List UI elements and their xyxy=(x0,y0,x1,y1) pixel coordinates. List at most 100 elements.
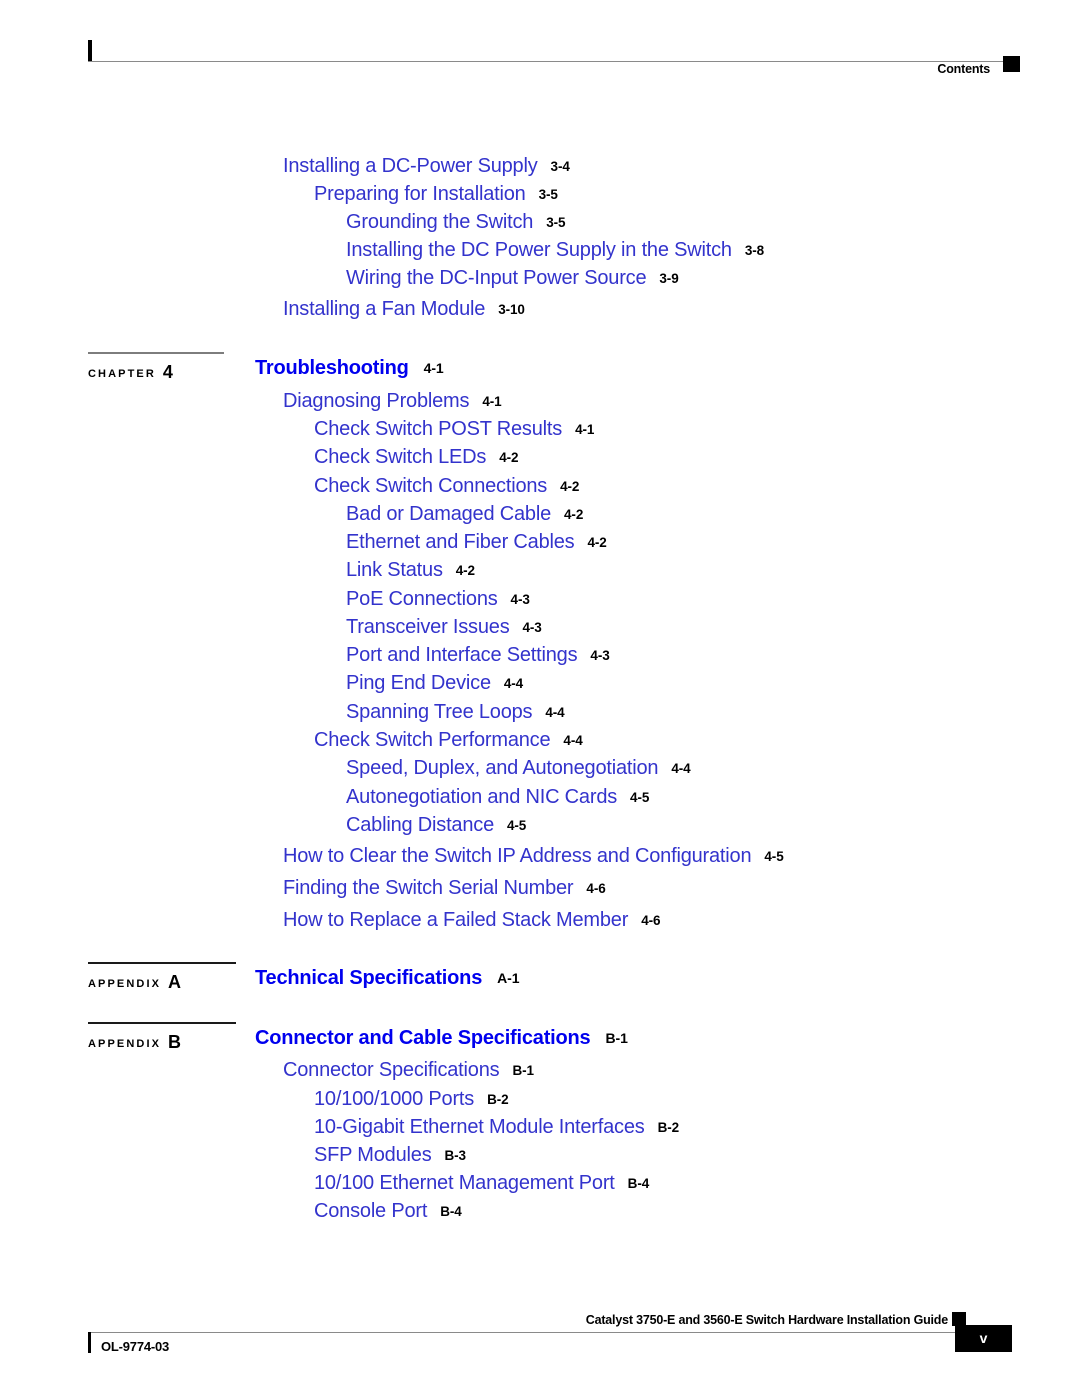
toc-entry-page-number: 3-5 xyxy=(546,215,566,230)
toc-entry-row[interactable]: Cabling Distance 4-5 xyxy=(346,815,526,835)
toc-entry-row[interactable]: 10/100 Ethernet Management Port B-4 xyxy=(314,1173,649,1193)
toc-entry-page-number: 4-3 xyxy=(522,620,542,635)
toc-entry-row[interactable]: Console Port B-4 xyxy=(314,1201,462,1221)
toc-entry-title[interactable]: Connector and Cable Specifications xyxy=(255,1027,591,1049)
toc-entry-row[interactable]: Port and Interface Settings 4-3 xyxy=(346,645,610,665)
toc-entry-page-number: B-1 xyxy=(512,1063,534,1078)
toc-entry-page-number: 3-8 xyxy=(744,243,765,258)
toc-heading-row[interactable]: Connector and Cable Specifications B-1 xyxy=(255,1028,628,1048)
toc-entry-row[interactable]: Speed, Duplex, and Autonegotiation 4-4 xyxy=(346,758,691,778)
toc-entry-title[interactable]: Wiring the DC-Input Power Source xyxy=(346,267,647,289)
appendix-marker-label: APPENDIX B xyxy=(88,1031,181,1052)
toc-entry-row[interactable]: PoE Connections 4-3 xyxy=(346,589,530,609)
footer-divider xyxy=(88,1332,972,1333)
page-footer: Catalyst 3750-E and 3560-E Switch Hardwa… xyxy=(88,1312,1020,1373)
toc-entry-title[interactable]: Check Switch LEDs xyxy=(314,446,486,468)
toc-entry-page-number: 4-5 xyxy=(507,818,527,833)
toc-entry-title[interactable]: Port and Interface Settings xyxy=(346,644,578,666)
toc-entry-row[interactable]: Transceiver Issues 4-3 xyxy=(346,617,542,637)
toc-entry-page-number: 4-2 xyxy=(455,563,475,578)
toc-entry-row[interactable]: How to Replace a Failed Stack Member 4-6 xyxy=(283,909,661,931)
toc-entry-title[interactable]: Troubleshooting xyxy=(255,357,409,379)
toc-entry-row[interactable]: Bad or Damaged Cable 4-2 xyxy=(346,504,583,524)
toc-entry-title[interactable]: PoE Connections xyxy=(346,588,498,610)
toc-entry-row[interactable]: Ethernet and Fiber Cables 4-2 xyxy=(346,532,607,552)
toc-entry-page-number: 4-3 xyxy=(510,592,530,607)
toc-entry-page-number: 4-1 xyxy=(423,360,444,376)
toc-entry-page-number: 4-6 xyxy=(586,881,606,896)
toc-entry-row[interactable]: 10/100/1000 Ports B-2 xyxy=(314,1089,509,1109)
toc-entry-title[interactable]: Diagnosing Problems xyxy=(283,390,470,412)
toc-entry-title[interactable]: Bad or Damaged Cable xyxy=(346,503,551,525)
toc-entry-row[interactable]: Installing the DC Power Supply in the Sw… xyxy=(346,240,764,260)
toc-entry-row[interactable]: Autonegotiation and NIC Cards 4-5 xyxy=(346,787,649,807)
toc-entry-title[interactable]: Ping End Device xyxy=(346,672,491,694)
toc-entry-title[interactable]: Check Switch POST Results xyxy=(314,418,562,440)
toc-entry-row[interactable]: Diagnosing Problems 4-1 xyxy=(283,391,502,411)
toc-entry-row[interactable]: Check Switch POST Results 4-1 xyxy=(314,419,594,439)
toc-entry-title[interactable]: Check Switch Connections xyxy=(314,475,547,497)
toc-entry-page-number: 3-5 xyxy=(538,187,558,202)
appendix-marker-rule xyxy=(88,962,236,964)
toc-entry-row[interactable]: Grounding the Switch 3-5 xyxy=(346,211,566,233)
toc-entry-row[interactable]: Check Switch Performance 4-4 xyxy=(314,730,583,750)
chapter-label-text: CHAPTER xyxy=(88,368,156,380)
appendix-label-text: APPENDIX xyxy=(88,978,162,990)
toc-entry-page-number: 4-2 xyxy=(499,450,519,465)
toc-entry-title[interactable]: Autonegotiation and NIC Cards xyxy=(346,786,617,808)
toc-entry-title[interactable]: Spanning Tree Loops xyxy=(346,701,533,723)
toc-entry-row[interactable]: 10-Gigabit Ethernet Module Interfaces B-2 xyxy=(314,1117,679,1137)
toc-entry-page-number: B-3 xyxy=(444,1148,467,1163)
toc-entry-title[interactable]: Technical Specifications xyxy=(255,967,482,989)
toc-entry-page-number: 4-4 xyxy=(545,705,565,720)
toc-entry-title[interactable]: Ethernet and Fiber Cables xyxy=(346,531,575,553)
toc-entry-title[interactable]: 10-Gigabit Ethernet Module Interfaces xyxy=(314,1116,645,1138)
chapter-marker-rule xyxy=(88,352,224,354)
toc-entry-row[interactable]: Spanning Tree Loops 4-4 xyxy=(346,702,565,722)
toc-entry-row[interactable]: Installing a Fan Module 3-10 xyxy=(283,299,525,319)
toc-entry-title[interactable]: Transceiver Issues xyxy=(346,616,510,638)
toc-entry-page-number: 4-2 xyxy=(564,507,584,522)
document-id: OL-9774-03 xyxy=(101,1339,170,1354)
toc-entry-page-number: B-1 xyxy=(605,1030,628,1046)
toc-entry-title[interactable]: Check Switch Performance xyxy=(314,729,551,751)
toc-entry-page-number: 4-5 xyxy=(764,849,784,864)
toc-entry-title[interactable]: Connector Specifications xyxy=(283,1059,500,1081)
toc-entry-page-number: B-4 xyxy=(440,1204,462,1219)
toc-entry-page-number: B-4 xyxy=(627,1176,650,1191)
toc-entry-title[interactable]: Installing a DC-Power Supply xyxy=(283,155,538,177)
toc-entry-title[interactable]: Installing a Fan Module xyxy=(283,298,485,320)
toc-entry-title[interactable]: Speed, Duplex, and Autonegotiation xyxy=(346,757,659,779)
toc-entry-row[interactable]: Finding the Switch Serial Number 4-6 xyxy=(283,878,606,898)
toc-entry-title[interactable]: Installing the DC Power Supply in the Sw… xyxy=(346,239,732,261)
toc-entry-row[interactable]: Connector Specifications B-1 xyxy=(283,1060,534,1080)
toc-entry-title[interactable]: Cabling Distance xyxy=(346,814,494,836)
toc-entry-title[interactable]: 10/100 Ethernet Management Port xyxy=(314,1172,615,1194)
toc-entry-title[interactable]: SFP Modules xyxy=(314,1144,432,1166)
toc-entry-page-number: 3-9 xyxy=(659,271,679,286)
toc-entry-row[interactable]: Preparing for Installation 3-5 xyxy=(314,184,558,204)
toc-entry-page-number: 4-6 xyxy=(641,913,661,928)
toc-entry-row[interactable]: Link Status 4-2 xyxy=(346,560,475,580)
toc-entry-row[interactable]: Ping End Device 4-4 xyxy=(346,673,523,693)
toc-heading-row[interactable]: Troubleshooting 4-1 xyxy=(255,358,444,378)
toc-entry-title[interactable]: 10/100/1000 Ports xyxy=(314,1088,474,1110)
appendix-label-text: APPENDIX xyxy=(88,1038,162,1050)
page-header: Contents xyxy=(88,38,1020,78)
toc-entry-title[interactable]: Link Status xyxy=(346,559,443,581)
toc-entry-row[interactable]: Wiring the DC-Input Power Source 3-9 xyxy=(346,268,679,288)
toc-entry-row[interactable]: Check Switch Connections 4-2 xyxy=(314,476,579,496)
appendix-marker-rule xyxy=(88,1022,236,1024)
toc-heading-row[interactable]: Technical Specifications A-1 xyxy=(255,968,519,988)
toc-entry-title[interactable]: Console Port xyxy=(314,1200,427,1222)
toc-entry-row[interactable]: Installing a DC-Power Supply 3-4 xyxy=(283,156,570,176)
toc-entry-title[interactable]: How to Replace a Failed Stack Member xyxy=(283,909,628,931)
toc-entry-title[interactable]: Grounding the Switch xyxy=(346,211,533,233)
toc-entry-row[interactable]: How to Clear the Switch IP Address and C… xyxy=(283,846,784,866)
toc-entry-row[interactable]: SFP Modules B-3 xyxy=(314,1145,466,1165)
toc-entry-title[interactable]: Preparing for Installation xyxy=(314,183,526,205)
toc-entry-page-number: 4-1 xyxy=(575,422,595,437)
toc-entry-title[interactable]: How to Clear the Switch IP Address and C… xyxy=(283,845,752,867)
toc-entry-row[interactable]: Check Switch LEDs 4-2 xyxy=(314,446,519,468)
toc-entry-title[interactable]: Finding the Switch Serial Number xyxy=(283,877,574,899)
